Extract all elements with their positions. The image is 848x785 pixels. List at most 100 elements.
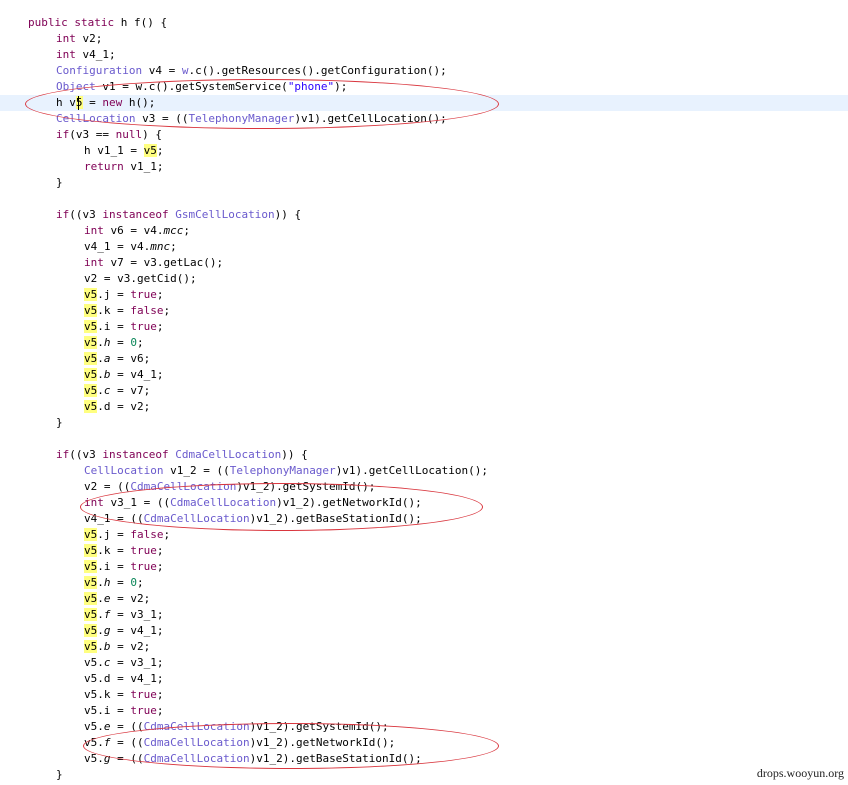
code-token: ) {: [142, 128, 162, 141]
code-line[interactable]: v4_1 = ((CdmaCellLocation)v1_2).getBaseS…: [0, 511, 848, 527]
code-token: .i =: [97, 320, 131, 333]
code-line[interactable]: v2 = v3.getCid();: [0, 271, 848, 287]
code-token: v5: [84, 384, 98, 397]
code-token: v2 = v3.getCid();: [84, 272, 197, 285]
code-token: 0: [130, 336, 137, 349]
code-token: v5.: [84, 736, 104, 749]
code-line-text: v5.e = ((CdmaCellLocation)v1_2).getSyste…: [84, 719, 389, 735]
code-line[interactable]: v5.c = v3_1;: [0, 655, 848, 671]
code-line[interactable]: int v4_1;: [0, 47, 848, 63]
code-line[interactable]: v5.i = true;: [0, 559, 848, 575]
code-token: ;: [156, 144, 164, 157]
code-line[interactable]: }: [0, 415, 848, 431]
code-line[interactable]: v5.j = true;: [0, 287, 848, 303]
code-line[interactable]: v5.j = false;: [0, 527, 848, 543]
code-token: v1_1;: [130, 160, 164, 173]
code-line[interactable]: v5.i = true;: [0, 319, 848, 335]
code-line[interactable]: v5.b = v4_1;: [0, 367, 848, 383]
code-line[interactable]: h v1_1 = v5;: [0, 143, 848, 159]
code-token: v2;: [82, 32, 103, 45]
code-token: CdmaCellLocation: [143, 736, 250, 749]
code-line-text: return v1_1;: [84, 159, 163, 175]
code-token: g: [103, 624, 111, 637]
code-token: ;: [156, 688, 164, 701]
code-line[interactable]: v5.f = v3_1;: [0, 607, 848, 623]
code-line[interactable]: return v1_1;: [0, 159, 848, 175]
code-line[interactable]: int v2;: [0, 31, 848, 47]
code-line[interactable]: }: [0, 175, 848, 191]
code-token: a: [103, 352, 111, 365]
code-line[interactable]: int v6 = v4.mcc;: [0, 223, 848, 239]
code-token: v5: [84, 608, 98, 621]
code-line[interactable]: int v3_1 = ((CdmaCellLocation)v1_2).getN…: [0, 495, 848, 511]
code-token: = v7;: [110, 384, 151, 397]
code-line-text: v5.k = true;: [84, 687, 163, 703]
code-line[interactable]: [0, 431, 848, 447]
code-line-text: v5.a = v6;: [84, 351, 150, 367]
code-token: if: [56, 448, 70, 461]
code-token: )v1_2).getNetworkId();: [249, 736, 396, 749]
code-token: int: [56, 32, 83, 45]
code-line[interactable]: v5.b = v2;: [0, 639, 848, 655]
code-line[interactable]: v5.h = 0;: [0, 335, 848, 351]
code-token: )v1_2).getBaseStationId();: [249, 512, 422, 525]
code-line[interactable]: v5.f = ((CdmaCellLocation)v1_2).getNetwo…: [0, 735, 848, 751]
code-token: b: [103, 368, 111, 381]
code-line[interactable]: v5.d = v4_1;: [0, 671, 848, 687]
code-line[interactable]: Object v1 = w.c().getSystemService("phon…: [0, 79, 848, 95]
code-line[interactable]: v4_1 = v4.mnc;: [0, 239, 848, 255]
code-token: .: [97, 624, 104, 637]
code-line[interactable]: v5.e = v2;: [0, 591, 848, 607]
code-token: )v1_2).getSystemId();: [236, 480, 376, 493]
code-token: h();: [128, 96, 156, 109]
code-line[interactable]: v5.k = false;: [0, 303, 848, 319]
code-token: v4_1 = ((: [84, 512, 144, 525]
code-token: mcc: [163, 224, 184, 237]
code-token: .j =: [97, 288, 131, 301]
code-token: v5: [143, 144, 157, 157]
code-token: new: [102, 96, 129, 109]
code-line[interactable]: v5.k = true;: [0, 687, 848, 703]
code-token: = v2;: [110, 640, 151, 653]
code-line-text: v4_1 = ((CdmaCellLocation)v1_2).getBaseS…: [84, 511, 422, 527]
code-line[interactable]: public static h f() {: [0, 15, 848, 31]
code-line[interactable]: }: [0, 767, 848, 783]
code-line[interactable]: if((v3 instanceof GsmCellLocation)) {: [0, 207, 848, 223]
code-line[interactable]: v5.c = v7;: [0, 383, 848, 399]
code-token: )v1_2).getSystemId();: [249, 720, 389, 733]
code-token: v5.d = v4_1;: [84, 672, 164, 685]
code-line[interactable]: v5.e = ((CdmaCellLocation)v1_2).getSyste…: [0, 719, 848, 735]
code-editor[interactable]: public static h f() {int v2; int v4_1; Con…: [0, 0, 848, 785]
code-token: if: [56, 208, 70, 221]
code-line[interactable]: v5.k = true;: [0, 543, 848, 559]
code-line[interactable]: v5.g = ((CdmaCellLocation)v1_2).getBaseS…: [0, 751, 848, 767]
code-line[interactable]: Configuration v4 = w.c().getResources().…: [0, 63, 848, 79]
code-line-text: }: [56, 767, 63, 783]
text-cursor: [78, 96, 79, 110]
code-token: ;: [137, 336, 144, 349]
code-line[interactable]: v5.a = v6;: [0, 351, 848, 367]
code-token: CdmaCellLocation: [143, 720, 250, 733]
code-token: );: [334, 80, 348, 93]
code-line[interactable]: v5.h = 0;: [0, 575, 848, 591]
code-line[interactable]: v5.i = true;: [0, 703, 848, 719]
code-token: GsmCellLocation: [175, 208, 275, 221]
code-line[interactable]: CellLocation v3 = ((TelephonyManager)v1)…: [0, 111, 848, 127]
code-line[interactable]: [0, 191, 848, 207]
code-token: = ((: [110, 720, 144, 733]
code-token: v5: [84, 400, 98, 413]
code-line-text: v5.c = v7;: [84, 383, 150, 399]
code-line[interactable]: h v5 = new h();: [0, 95, 848, 111]
code-token: }: [56, 768, 63, 781]
code-line[interactable]: CellLocation v1_2 = ((TelephonyManager)v…: [0, 463, 848, 479]
code-line[interactable]: if(v3 == null) {: [0, 127, 848, 143]
code-line[interactable]: if((v3 instanceof CdmaCellLocation)) {: [0, 447, 848, 463]
code-token: = v6;: [110, 352, 151, 365]
code-line[interactable]: v5.d = v2;: [0, 399, 848, 415]
code-line[interactable]: v2 = ((CdmaCellLocation)v1_2).getSystemI…: [0, 479, 848, 495]
code-token: v5: [84, 528, 98, 541]
code-line[interactable]: v5.g = v4_1;: [0, 623, 848, 639]
code-line[interactable]: int v7 = v3.getLac();: [0, 255, 848, 271]
code-token: .k =: [97, 304, 131, 317]
code-token: true: [130, 288, 157, 301]
